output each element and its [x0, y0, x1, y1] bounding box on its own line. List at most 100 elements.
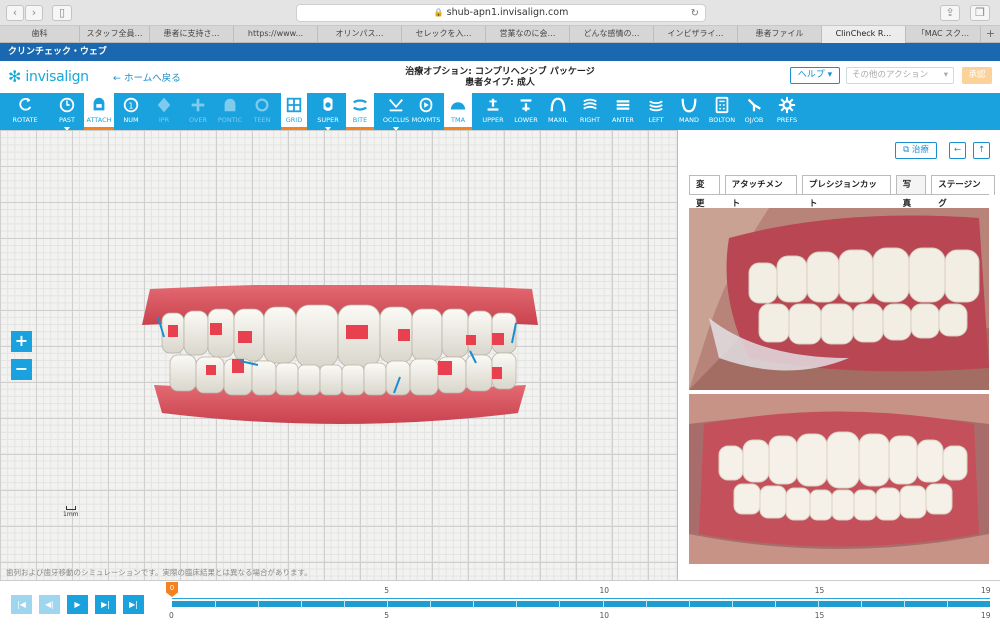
num-icon: 1: [121, 96, 141, 114]
home-link-label: ホームへ戻る: [124, 73, 181, 84]
frontal-photo[interactable]: [689, 394, 989, 564]
stage-track[interactable]: [172, 601, 990, 607]
tool-over: OVER: [184, 93, 212, 130]
tool-num[interactable]: 1 NUM: [117, 93, 145, 130]
stage-tick[interactable]: [559, 600, 561, 608]
browser-tab[interactable]: 「MAC スク…: [906, 26, 981, 43]
stage-tick[interactable]: [344, 600, 346, 608]
reload-icon[interactable]: ↻: [691, 6, 699, 22]
tab-precision-cuts[interactable]: プレシジョンカット: [801, 175, 891, 209]
tool-left[interactable]: LEFT: [642, 93, 670, 130]
browser-tab[interactable]: 歯科: [0, 26, 80, 43]
anter-icon: [613, 96, 633, 114]
stage-tick[interactable]: [860, 600, 862, 608]
header: ✻ invisalign ← ホームへ戻る 治療オプション: コンプリヘンシブ …: [0, 61, 1000, 93]
collapse-up-button[interactable]: ↑: [973, 142, 990, 159]
3d-viewport[interactable]: + − 1mm 歯列および歯牙移動のシミュレーションです。実際の臨床結果とは異な…: [0, 130, 678, 580]
tool-tma[interactable]: TMA: [444, 93, 472, 130]
browser-tab[interactable]: 営業なのに会…: [486, 26, 570, 43]
stage-tick[interactable]: [430, 600, 432, 608]
play-button[interactable]: ▶: [67, 595, 88, 614]
play-icon: ▶: [74, 600, 81, 609]
skip-to-start-button[interactable]: |◀: [11, 595, 32, 614]
skip-to-end-button[interactable]: ▶|: [123, 595, 144, 614]
url-bar[interactable]: 🔒 shub-apn1.invisalign.com ↻: [296, 4, 706, 22]
browser-tab[interactable]: オリンパス…: [318, 26, 402, 43]
collapse-left-button[interactable]: ←: [949, 142, 966, 159]
share-icon[interactable]: ⇪: [940, 5, 960, 21]
tool-upper[interactable]: UPPER: [478, 93, 508, 130]
tool-ipr: IPR: [150, 93, 178, 130]
new-tab-icon[interactable]: +: [981, 26, 1000, 42]
approve-button[interactable]: 承認: [962, 67, 992, 84]
stage-tick[interactable]: [387, 600, 389, 608]
tool-right[interactable]: RIGHT: [576, 93, 604, 130]
browser-tab[interactable]: 患者に支持さ…: [150, 26, 234, 43]
tool-super[interactable]: SUPER: [314, 93, 342, 131]
tool-label: PONTIC: [217, 116, 243, 124]
treatment-button-label: 治療: [911, 145, 929, 155]
dental-model[interactable]: [140, 285, 540, 435]
tool-label: BOLTON: [708, 116, 736, 124]
tab-changes[interactable]: 変更: [689, 175, 720, 209]
tab-staging[interactable]: ステージング: [931, 175, 995, 209]
back-icon[interactable]: ‹: [6, 5, 24, 21]
zoom-out-button[interactable]: −: [11, 359, 32, 380]
tool-ojob[interactable]: OJ/OB: [740, 93, 768, 130]
help-button[interactable]: ヘルプ ▾: [790, 67, 840, 84]
home-link[interactable]: ← ホームへ戻る: [113, 70, 181, 84]
other-actions-select[interactable]: その他のアクション ▾: [846, 67, 954, 84]
tab-attachments[interactable]: アタッチメント: [724, 175, 797, 209]
tool-movmts[interactable]: MOVMTS: [411, 93, 441, 130]
tab-photos[interactable]: 写真: [895, 175, 927, 209]
panel-tabs: 変更 アタッチメント プレシジョンカット 写真 ステージング: [689, 175, 1000, 209]
browser-tab[interactable]: どんな感情の…: [570, 26, 654, 43]
browser-tab[interactable]: インビザライ…: [654, 26, 738, 43]
tool-maxil[interactable]: MAXIL: [543, 93, 573, 130]
stage-marker[interactable]: 0: [166, 582, 178, 597]
right-panel: ⧉ 治療 ← ↑ 変更 アタッチメント プレシジョンカット 写真 ステージング: [679, 130, 1000, 580]
tool-anter[interactable]: ANTER: [608, 93, 638, 130]
stage-tick[interactable]: [688, 600, 690, 608]
browser-tab[interactable]: 患者ファイル: [738, 26, 822, 43]
browser-tab[interactable]: スタッフ全員…: [80, 26, 150, 43]
tool-prefs[interactable]: PREFS: [773, 93, 801, 130]
tool-label: SUPER: [317, 116, 339, 124]
stage-tick[interactable]: [516, 600, 518, 608]
tool-rotate[interactable]: ROTATE: [7, 93, 43, 130]
stage-tick[interactable]: [473, 600, 475, 608]
tool-bolton[interactable]: BOLTON: [706, 93, 738, 130]
zoom-in-button[interactable]: +: [11, 331, 32, 352]
tool-mand[interactable]: MAND: [674, 93, 704, 130]
tabs-overview-icon[interactable]: ❐: [970, 5, 990, 21]
timeline-top-line: [172, 598, 990, 599]
sidebar-toggle-icon[interactable]: ▯: [52, 5, 72, 21]
right-buccal-photo[interactable]: [689, 208, 989, 390]
tool-grid[interactable]: GRID: [281, 93, 307, 130]
scale-bar-icon: [65, 506, 76, 510]
step-back-button[interactable]: ◀|: [39, 595, 60, 614]
stage-tick[interactable]: [946, 600, 948, 608]
stage-tick[interactable]: [903, 600, 905, 608]
stage-tick[interactable]: [301, 600, 303, 608]
upper-icon: [483, 96, 503, 114]
stage-tick[interactable]: [602, 600, 604, 608]
stage-tick[interactable]: [817, 600, 819, 608]
browser-tab-active[interactable]: ClinCheck R…: [822, 26, 906, 43]
stage-tick[interactable]: [731, 600, 733, 608]
stage-tick[interactable]: [774, 600, 776, 608]
treatment-button[interactable]: ⧉ 治療: [895, 142, 937, 159]
browser-tab[interactable]: セレックを入…: [402, 26, 486, 43]
tool-past[interactable]: PAST: [52, 93, 82, 131]
stage-tick[interactable]: [215, 600, 217, 608]
tool-lower[interactable]: LOWER: [511, 93, 541, 130]
step-forward-button[interactable]: ▶|: [95, 595, 116, 614]
disclaimer-text: 歯列および歯牙移動のシミュレーションです。実際の臨床結果とは異なる場合があります…: [6, 568, 312, 577]
forward-icon[interactable]: ›: [25, 5, 43, 21]
stage-tick[interactable]: [258, 600, 260, 608]
tool-occlus[interactable]: OCCLUS: [380, 93, 412, 131]
tool-bite[interactable]: BITE: [346, 93, 374, 131]
stage-tick[interactable]: [645, 600, 647, 608]
browser-tab[interactable]: https://www...: [234, 26, 318, 43]
tool-attach[interactable]: ATTACH: [84, 93, 114, 130]
